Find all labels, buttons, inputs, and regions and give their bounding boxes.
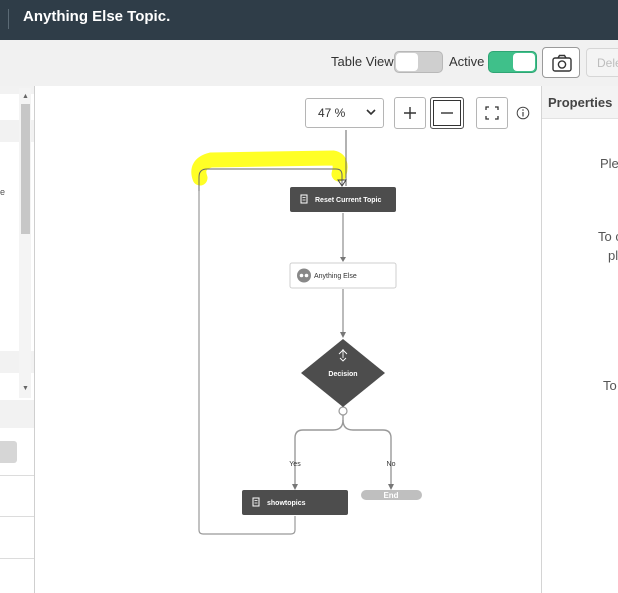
toggle-knob	[396, 53, 418, 71]
divider	[0, 558, 34, 559]
node-label: Decision	[328, 371, 357, 378]
toggle-knob	[513, 53, 535, 71]
node-label: Anything Else	[314, 273, 357, 280]
properties-panel: Properties Ple To c pl To	[541, 86, 618, 593]
properties-header: Properties	[542, 86, 618, 119]
no-connector	[342, 419, 392, 488]
no-label: No	[387, 461, 396, 468]
delete-button[interactable]: Dele	[586, 48, 618, 77]
toolbar: Table View Active Dele	[0, 40, 618, 87]
scrollbar-thumb[interactable]	[21, 104, 30, 234]
arrowhead	[292, 484, 298, 490]
scroll-up-icon[interactable]: ▲	[22, 93, 29, 100]
arrowhead	[340, 257, 346, 262]
node-label: Reset Current Topic	[315, 197, 381, 204]
node-label: End	[383, 491, 398, 500]
properties-title: Properties	[548, 95, 613, 110]
properties-text: pl	[608, 248, 618, 263]
delete-label: Dele	[597, 56, 618, 70]
camera-icon	[552, 54, 572, 72]
active-toggle[interactable]	[488, 51, 537, 73]
reset-current-topic-node[interactable]: Reset Current Topic	[290, 187, 396, 212]
node-label: showtopics	[267, 500, 306, 507]
left-panel-button[interactable]	[0, 441, 17, 463]
properties-text: Ple	[600, 156, 618, 171]
arrowhead	[340, 332, 346, 338]
scroll-down-icon[interactable]: ▼	[22, 385, 29, 392]
page-title: Anything Else Topic.	[23, 8, 171, 25]
flow-canvas[interactable]: 47 % Reset Current Topic Anything Else D…	[35, 86, 541, 593]
showtopics-node[interactable]: showtopics	[242, 490, 348, 515]
table-view-toggle[interactable]	[394, 51, 443, 73]
app-header: Anything Else Topic.	[0, 0, 618, 40]
decision-node[interactable]: Decision	[301, 339, 385, 407]
header-divider	[8, 9, 9, 29]
bot-eye	[304, 273, 309, 278]
left-panel-text: e	[0, 187, 6, 197]
table-view-label: Table View	[331, 54, 394, 69]
return-loop-connector	[198, 191, 296, 535]
bot-eye	[299, 273, 304, 278]
arrowhead	[388, 484, 394, 490]
properties-text: To c	[598, 229, 618, 244]
yes-connector	[294, 408, 344, 488]
left-panel: ▲ ▼ e	[0, 86, 35, 593]
decision-output-port[interactable]	[338, 406, 348, 416]
divider	[0, 475, 34, 476]
end-node[interactable]: End	[361, 490, 422, 500]
bot-response-icon	[297, 268, 311, 283]
flow-diagram: Reset Current Topic Anything Else Decisi…	[191, 130, 422, 535]
screenshot-button[interactable]	[542, 47, 580, 78]
anything-else-node[interactable]: Anything Else	[289, 262, 397, 289]
highlight-annotation	[191, 150, 348, 186]
divider	[0, 516, 34, 517]
active-label: Active	[449, 54, 485, 69]
yes-label: Yes	[289, 461, 301, 468]
properties-text: To	[603, 378, 617, 393]
left-panel-section-strip	[0, 400, 34, 428]
